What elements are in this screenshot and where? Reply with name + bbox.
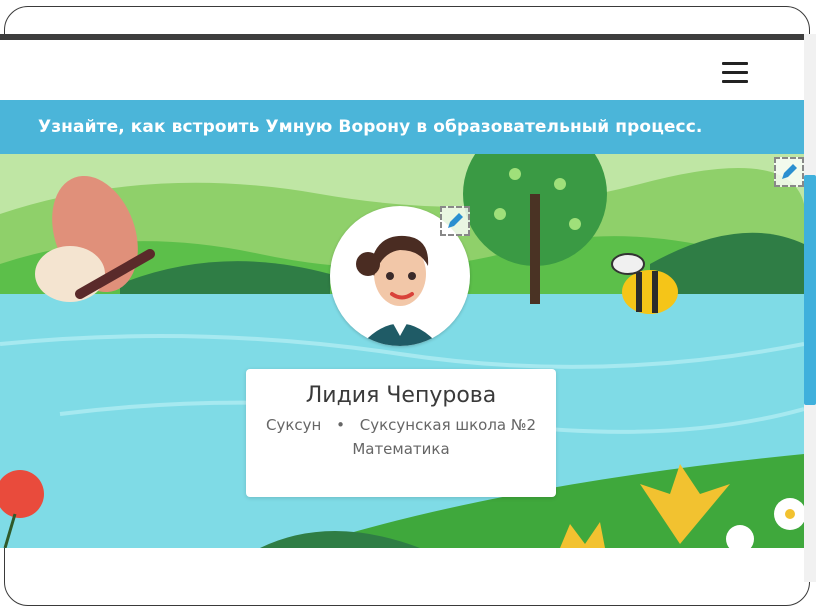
edit-avatar-button[interactable] xyxy=(440,206,470,236)
app-header xyxy=(0,40,804,100)
profile-school: Суксунская школа №2 xyxy=(359,416,537,434)
pencil-icon xyxy=(448,213,463,228)
edit-cover-button[interactable] xyxy=(774,157,804,187)
hamburger-menu-icon xyxy=(718,62,752,83)
profile-subject: Математика xyxy=(352,440,450,458)
profile-name: Лидия Чепурова xyxy=(305,383,497,408)
cover-tree-trunk xyxy=(530,194,540,304)
profile-city: Суксун xyxy=(265,416,322,434)
profile-location: Суксун • Суксунская школа №2 xyxy=(246,416,556,434)
scrollbar-thumb[interactable] xyxy=(804,175,816,405)
profile-separator: • xyxy=(336,416,345,434)
menu-button[interactable] xyxy=(718,59,752,87)
promo-banner-text[interactable]: Узнайте, как встроить Умную Ворону в обр… xyxy=(38,117,702,137)
promo-banner[interactable]: Узнайте, как встроить Умную Ворону в обр… xyxy=(0,100,804,154)
profile-card: Лидия Чепурова Суксун • Суксунская школа… xyxy=(246,369,556,497)
pencil-icon xyxy=(782,164,797,179)
